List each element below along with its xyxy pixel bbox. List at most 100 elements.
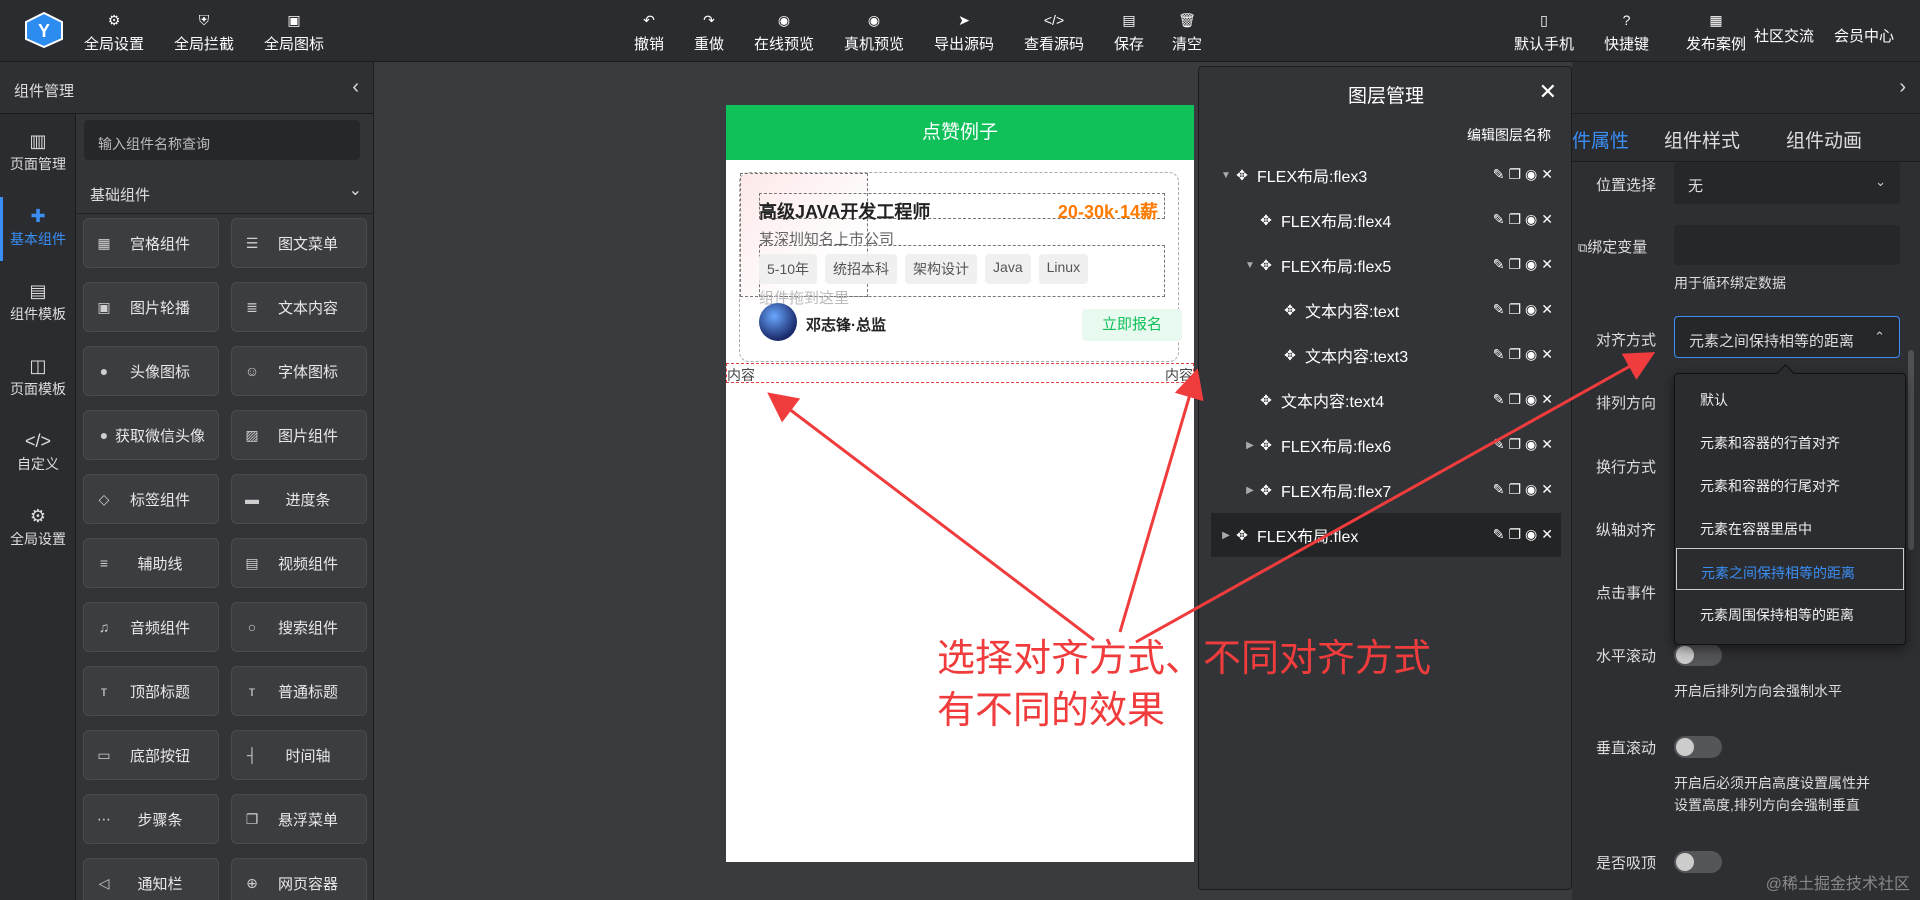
move-icon[interactable]: ✥ <box>1257 482 1275 499</box>
edit-icon[interactable]: ✎ <box>1493 526 1505 543</box>
layer-item[interactable]: ▶ ✥ FLEX布局:flex7 ✎ ❐ ◉ ✕ <box>1211 468 1561 512</box>
tab-component-props[interactable]: 件属性 <box>1572 126 1630 165</box>
align-option[interactable]: 元素在容器里居中 <box>1676 505 1904 547</box>
group-basic-components[interactable]: 基础组件 ⌄ <box>76 166 374 214</box>
component-button[interactable]: ▭ 底部按钮 <box>83 730 219 780</box>
close-icon[interactable]: ✕ <box>1539 79 1557 105</box>
edit-icon[interactable]: ✎ <box>1493 436 1505 453</box>
align-option[interactable]: 默认 <box>1676 376 1904 418</box>
component-button[interactable]: ┤ 时间轴 <box>231 730 367 780</box>
delete-icon[interactable]: ✕ <box>1541 526 1553 543</box>
apply-button[interactable]: 立即报名 <box>1082 309 1182 341</box>
nav-item-2[interactable]: ▤ 组件模板 <box>0 272 76 336</box>
hscroll-toggle[interactable] <box>1674 644 1722 666</box>
copy-icon[interactable]: ❐ <box>1508 166 1521 183</box>
expand-caret-icon[interactable]: ▼ <box>1219 170 1233 181</box>
toolbar-button-center-6[interactable]: ▤ 保存 <box>1114 10 1144 56</box>
component-button[interactable]: ⋯ 步骤条 <box>83 794 219 844</box>
component-button[interactable]: ● 头像图标 <box>83 346 219 396</box>
expand-caret-icon[interactable]: ▶ <box>1243 440 1257 451</box>
component-button[interactable]: ♫ 音频组件 <box>83 602 219 652</box>
delete-icon[interactable]: ✕ <box>1541 436 1553 453</box>
layer-item[interactable]: ✥ FLEX布局:flex4 ✎ ❐ ◉ ✕ <box>1211 198 1561 242</box>
edit-layer-name-link[interactable]: 编辑图层名称 <box>1467 125 1551 145</box>
expand-caret-icon[interactable]: ▼ <box>1243 260 1257 271</box>
move-icon[interactable]: ✥ <box>1257 392 1275 409</box>
collapse-panel-icon[interactable]: ‹ <box>352 76 359 99</box>
align-option[interactable]: 元素周围保持相等的距离 <box>1676 591 1904 633</box>
layer-item[interactable]: ▼ ✥ FLEX布局:flex3 ✎ ❐ ◉ ✕ <box>1211 153 1561 197</box>
bind-variable-input[interactable] <box>1674 225 1900 265</box>
component-button[interactable]: ≡ 辅助线 <box>83 538 219 588</box>
eye-icon[interactable]: ◉ <box>1525 166 1537 183</box>
move-icon[interactable]: ✥ <box>1233 167 1251 184</box>
nav-item-0[interactable]: ▥ 页面管理 <box>0 122 76 186</box>
toolbar-button-center-1[interactable]: ↷ 重做 <box>694 10 724 56</box>
nav-item-3[interactable]: ◫ 页面模板 <box>0 347 76 411</box>
edit-icon[interactable]: ✎ <box>1493 391 1505 408</box>
toolbar-button-center-5[interactable]: </> 查看源码 <box>1024 10 1084 56</box>
component-button[interactable]: ᴛ 普通标题 <box>231 666 367 716</box>
eye-icon[interactable]: ◉ <box>1525 301 1537 318</box>
align-option[interactable]: 元素和容器的行首对齐 <box>1676 419 1904 461</box>
toolbar-button-left-2[interactable]: ▣ 全局图标 <box>264 10 324 56</box>
component-button[interactable]: ▨ 图片组件 <box>231 410 367 460</box>
layer-item[interactable]: ▶ ✥ FLEX布局:flex6 ✎ ❐ ◉ ✕ <box>1211 423 1561 467</box>
component-button[interactable]: ☺ 字体图标 <box>231 346 367 396</box>
toolbar-button-right-1[interactable]: ? 快捷键 <box>1604 10 1649 56</box>
position-select[interactable]: 无 ⌄ <box>1674 162 1900 204</box>
eye-icon[interactable]: ◉ <box>1525 481 1537 498</box>
component-button[interactable]: ≣ 文本内容 <box>231 282 367 332</box>
layer-item[interactable]: ▶ ✥ FLEX布局:flex ✎ ❐ ◉ ✕ <box>1211 513 1561 557</box>
nav-item-1[interactable]: ✚ 基本组件 <box>0 197 76 261</box>
component-button[interactable]: ᴛ 顶部标题 <box>83 666 219 716</box>
move-icon[interactable]: ✥ <box>1233 527 1251 544</box>
toolbar-button-right-2[interactable]: ▦ 发布案例 <box>1686 10 1746 56</box>
move-icon[interactable]: ✥ <box>1257 437 1275 454</box>
layer-item[interactable]: ▼ ✥ FLEX布局:flex5 ✎ ❐ ◉ ✕ <box>1211 243 1561 287</box>
toolbar-button-center-4[interactable]: ➤ 导出源码 <box>934 10 994 56</box>
component-button[interactable]: ☰ 图文菜单 <box>231 218 367 268</box>
chevron-right-icon[interactable]: › <box>1899 76 1906 99</box>
component-button[interactable]: ▤ 视频组件 <box>231 538 367 588</box>
toolbar-button-right-0[interactable]: ▯ 默认手机 <box>1514 10 1574 56</box>
component-button[interactable]: ▬ 进度条 <box>231 474 367 524</box>
edit-icon[interactable]: ✎ <box>1493 481 1505 498</box>
component-button[interactable]: ❐ 悬浮菜单 <box>231 794 367 844</box>
component-button[interactable]: ▣ 图片轮播 <box>83 282 219 332</box>
nav-item-4[interactable]: </> 自定义 <box>0 422 76 486</box>
copy-icon[interactable]: ❐ <box>1508 481 1521 498</box>
edit-icon[interactable]: ✎ <box>1493 301 1505 318</box>
eye-icon[interactable]: ◉ <box>1525 211 1537 228</box>
toolbar-button-left-0[interactable]: ⚙ 全局设置 <box>84 10 144 56</box>
eye-icon[interactable]: ◉ <box>1525 436 1537 453</box>
delete-icon[interactable]: ✕ <box>1541 346 1553 363</box>
tab-component-style[interactable]: 组件样式 <box>1664 126 1740 153</box>
align-select[interactable]: 元素之间保持相等的距离 ⌃ <box>1674 316 1900 358</box>
component-search-input[interactable]: 输入组件名称查询 <box>84 120 360 160</box>
vscroll-toggle[interactable] <box>1674 736 1722 758</box>
edit-icon[interactable]: ✎ <box>1493 256 1505 273</box>
tab-component-animation[interactable]: 组件动画 <box>1786 126 1862 153</box>
delete-icon[interactable]: ✕ <box>1541 481 1553 498</box>
eye-icon[interactable]: ◉ <box>1525 391 1537 408</box>
toolbar-button-center-7[interactable]: 🗑 清空 <box>1172 10 1202 56</box>
edit-icon[interactable]: ✎ <box>1493 211 1505 228</box>
align-option[interactable]: 元素和容器的行尾对齐 <box>1676 462 1904 504</box>
delete-icon[interactable]: ✕ <box>1541 166 1553 183</box>
move-icon[interactable]: ✥ <box>1281 347 1299 364</box>
component-button[interactable]: ● 获取微信头像 <box>83 410 219 460</box>
copy-icon[interactable]: ❐ <box>1508 346 1521 363</box>
copy-icon[interactable]: ❐ <box>1508 436 1521 453</box>
eye-icon[interactable]: ◉ <box>1525 526 1537 543</box>
component-button[interactable]: ○ 搜索组件 <box>231 602 367 652</box>
toolbar-button-center-0[interactable]: ↶ 撤销 <box>634 10 664 56</box>
toolbar-button-center-3[interactable]: ◉ 真机预览 <box>844 10 904 56</box>
align-option[interactable]: 元素之间保持相等的距离 <box>1676 548 1904 590</box>
component-button[interactable]: ◁ 通知栏 <box>83 858 219 900</box>
eye-icon[interactable]: ◉ <box>1525 346 1537 363</box>
copy-icon[interactable]: ❐ <box>1508 301 1521 318</box>
delete-icon[interactable]: ✕ <box>1541 211 1553 228</box>
move-icon[interactable]: ✥ <box>1257 212 1275 229</box>
delete-icon[interactable]: ✕ <box>1541 301 1553 318</box>
